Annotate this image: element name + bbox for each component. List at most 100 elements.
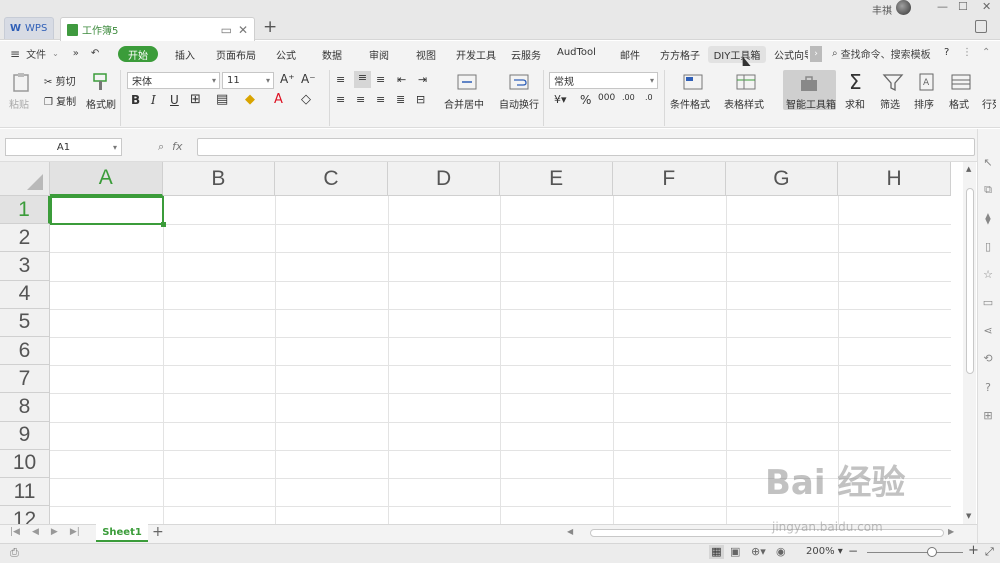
tab-formulas[interactable]: 公式: [276, 47, 296, 62]
tab-cloud[interactable]: 云服务: [511, 47, 541, 62]
align-center-icon[interactable]: ≡: [356, 93, 365, 106]
wrap-text-label[interactable]: 自动换行: [499, 96, 539, 111]
chevron-right-icon[interactable]: ›: [810, 46, 822, 62]
copy-button[interactable]: ❐ 复制: [44, 93, 76, 108]
column-header[interactable]: C: [275, 162, 388, 196]
next-sheet-icon[interactable]: ▶: [51, 527, 58, 537]
font-color-icon[interactable]: A: [274, 92, 283, 107]
row-header[interactable]: 6: [0, 337, 50, 366]
window-mode-icon[interactable]: ▭: [221, 23, 232, 37]
zoom-slider[interactable]: [867, 552, 963, 553]
filter-label[interactable]: 筛选: [880, 96, 900, 111]
minimize-button[interactable]: —: [937, 0, 948, 13]
name-box[interactable]: A1 ▾: [5, 138, 122, 156]
user-name[interactable]: 丰祺: [872, 2, 892, 17]
tab-insert[interactable]: 插入: [175, 47, 195, 62]
tab-wps-home[interactable]: W WPS: [4, 17, 54, 39]
font-size-select[interactable]: 11 ▾: [222, 72, 274, 89]
spreadsheet-grid[interactable]: A B C D E F G H 1 2 3 4 5 6 7 8 9 10 11 12: [0, 162, 951, 524]
font-name-select[interactable]: 宋体 ▾: [127, 72, 220, 89]
tab-fangfang[interactable]: 方方格子: [660, 47, 700, 62]
help-icon[interactable]: ?: [944, 47, 949, 58]
scroll-down-icon[interactable]: ▼: [966, 512, 971, 520]
more-options-icon[interactable]: ⋮: [962, 47, 972, 58]
conditional-format-label[interactable]: 条件格式: [670, 96, 710, 111]
tab-formula-wizard[interactable]: 公式向导: [774, 47, 808, 62]
row-header[interactable]: 8: [0, 393, 50, 422]
row-header[interactable]: 1: [0, 196, 50, 225]
indent-decrease-icon[interactable]: ⇤: [397, 73, 406, 86]
row-header[interactable]: 10: [0, 449, 50, 478]
row-header[interactable]: 7: [0, 365, 50, 394]
sort-icon[interactable]: A: [916, 72, 938, 92]
paste-icon[interactable]: [11, 72, 33, 92]
decrease-decimal-icon[interactable]: .0: [645, 93, 653, 102]
cell-style-icon[interactable]: ▤: [216, 92, 228, 107]
horizontal-scroll-thumb[interactable]: [590, 529, 944, 537]
format-icon[interactable]: [950, 72, 972, 92]
format-label[interactable]: 格式: [949, 96, 969, 111]
row-header[interactable]: 2: [0, 224, 50, 253]
page-break-view-icon[interactable]: ⊕▾: [751, 545, 766, 558]
bold-button[interactable]: B: [131, 93, 140, 107]
select-pointer-icon[interactable]: ↖: [981, 155, 995, 169]
decrease-font-icon[interactable]: A⁻: [301, 72, 316, 86]
more-tabs-icon[interactable]: »: [73, 48, 79, 59]
fx-icon[interactable]: fx: [172, 140, 182, 154]
align-right-icon[interactable]: ≡: [376, 93, 385, 106]
avatar[interactable]: [896, 0, 911, 15]
column-header[interactable]: D: [387, 162, 501, 196]
eye-protection-icon[interactable]: ◉: [776, 545, 786, 558]
increase-font-icon[interactable]: A⁺: [280, 72, 295, 86]
add-sheet-button[interactable]: +: [152, 524, 164, 540]
style-icon[interactable]: ⧫: [981, 211, 995, 225]
column-header[interactable]: E: [500, 162, 613, 196]
zoom-level[interactable]: 200% ▾: [806, 546, 843, 557]
underline-button[interactable]: U: [170, 93, 179, 107]
align-left-icon[interactable]: ≡: [336, 93, 345, 106]
column-header[interactable]: F: [613, 162, 726, 196]
conditional-format-icon[interactable]: [682, 72, 704, 92]
tab-developer[interactable]: 开发工具: [456, 47, 496, 62]
tab-review[interactable]: 审阅: [369, 47, 389, 62]
align-middle-icon[interactable]: ≡: [354, 71, 371, 88]
increase-decimal-icon[interactable]: .00: [622, 93, 635, 102]
format-painter-icon[interactable]: [90, 72, 112, 92]
collapse-ribbon-icon[interactable]: ⌃: [982, 47, 990, 58]
row-header[interactable]: 11: [0, 478, 50, 507]
page-layout-view-icon[interactable]: ▣: [730, 545, 740, 558]
justify-icon[interactable]: ≣: [396, 93, 405, 106]
align-top-icon[interactable]: ≡: [336, 73, 345, 86]
row-header[interactable]: 3: [0, 252, 50, 281]
tab-view[interactable]: 视图: [416, 47, 436, 62]
indent-increase-icon[interactable]: ⇥: [418, 73, 427, 86]
tab-mail[interactable]: 邮件: [620, 47, 640, 62]
thousands-icon[interactable]: 000: [598, 93, 615, 103]
tab-audtool[interactable]: AudTool: [557, 47, 596, 58]
archive-icon[interactable]: ▭: [981, 295, 995, 309]
apps-grid-icon[interactable]: ⊞: [981, 408, 995, 422]
fullscreen-icon[interactable]: ⤢: [985, 545, 994, 559]
number-format-select[interactable]: 常规 ▾: [549, 72, 658, 89]
tab-start[interactable]: 开始: [118, 46, 158, 62]
zoom-in-button[interactable]: +: [968, 543, 979, 558]
filter-icon[interactable]: [882, 72, 904, 92]
formula-input[interactable]: [197, 138, 975, 156]
column-header[interactable]: H: [838, 162, 951, 196]
last-sheet-icon[interactable]: ▶|: [70, 527, 80, 537]
table-style-label[interactable]: 表格样式: [724, 96, 764, 111]
paste-label[interactable]: 粘贴: [9, 96, 29, 111]
chevron-down-icon[interactable]: ⌄: [52, 49, 59, 58]
distribute-icon[interactable]: ⊟: [416, 93, 425, 106]
vertical-scroll-thumb[interactable]: [966, 188, 974, 374]
close-window-button[interactable]: ✕: [982, 0, 991, 13]
row-col-label[interactable]: 行列: [982, 96, 996, 111]
close-tab-icon[interactable]: ✕: [238, 23, 248, 37]
currency-icon[interactable]: ¥▾: [554, 93, 567, 106]
sum-label[interactable]: 求和: [845, 96, 865, 111]
table-style-icon[interactable]: [735, 72, 757, 92]
scroll-right-icon[interactable]: ▶: [948, 527, 954, 536]
star-icon[interactable]: ☆: [981, 267, 995, 281]
note-icon[interactable]: ▯: [981, 239, 995, 253]
column-header[interactable]: B: [162, 162, 276, 196]
